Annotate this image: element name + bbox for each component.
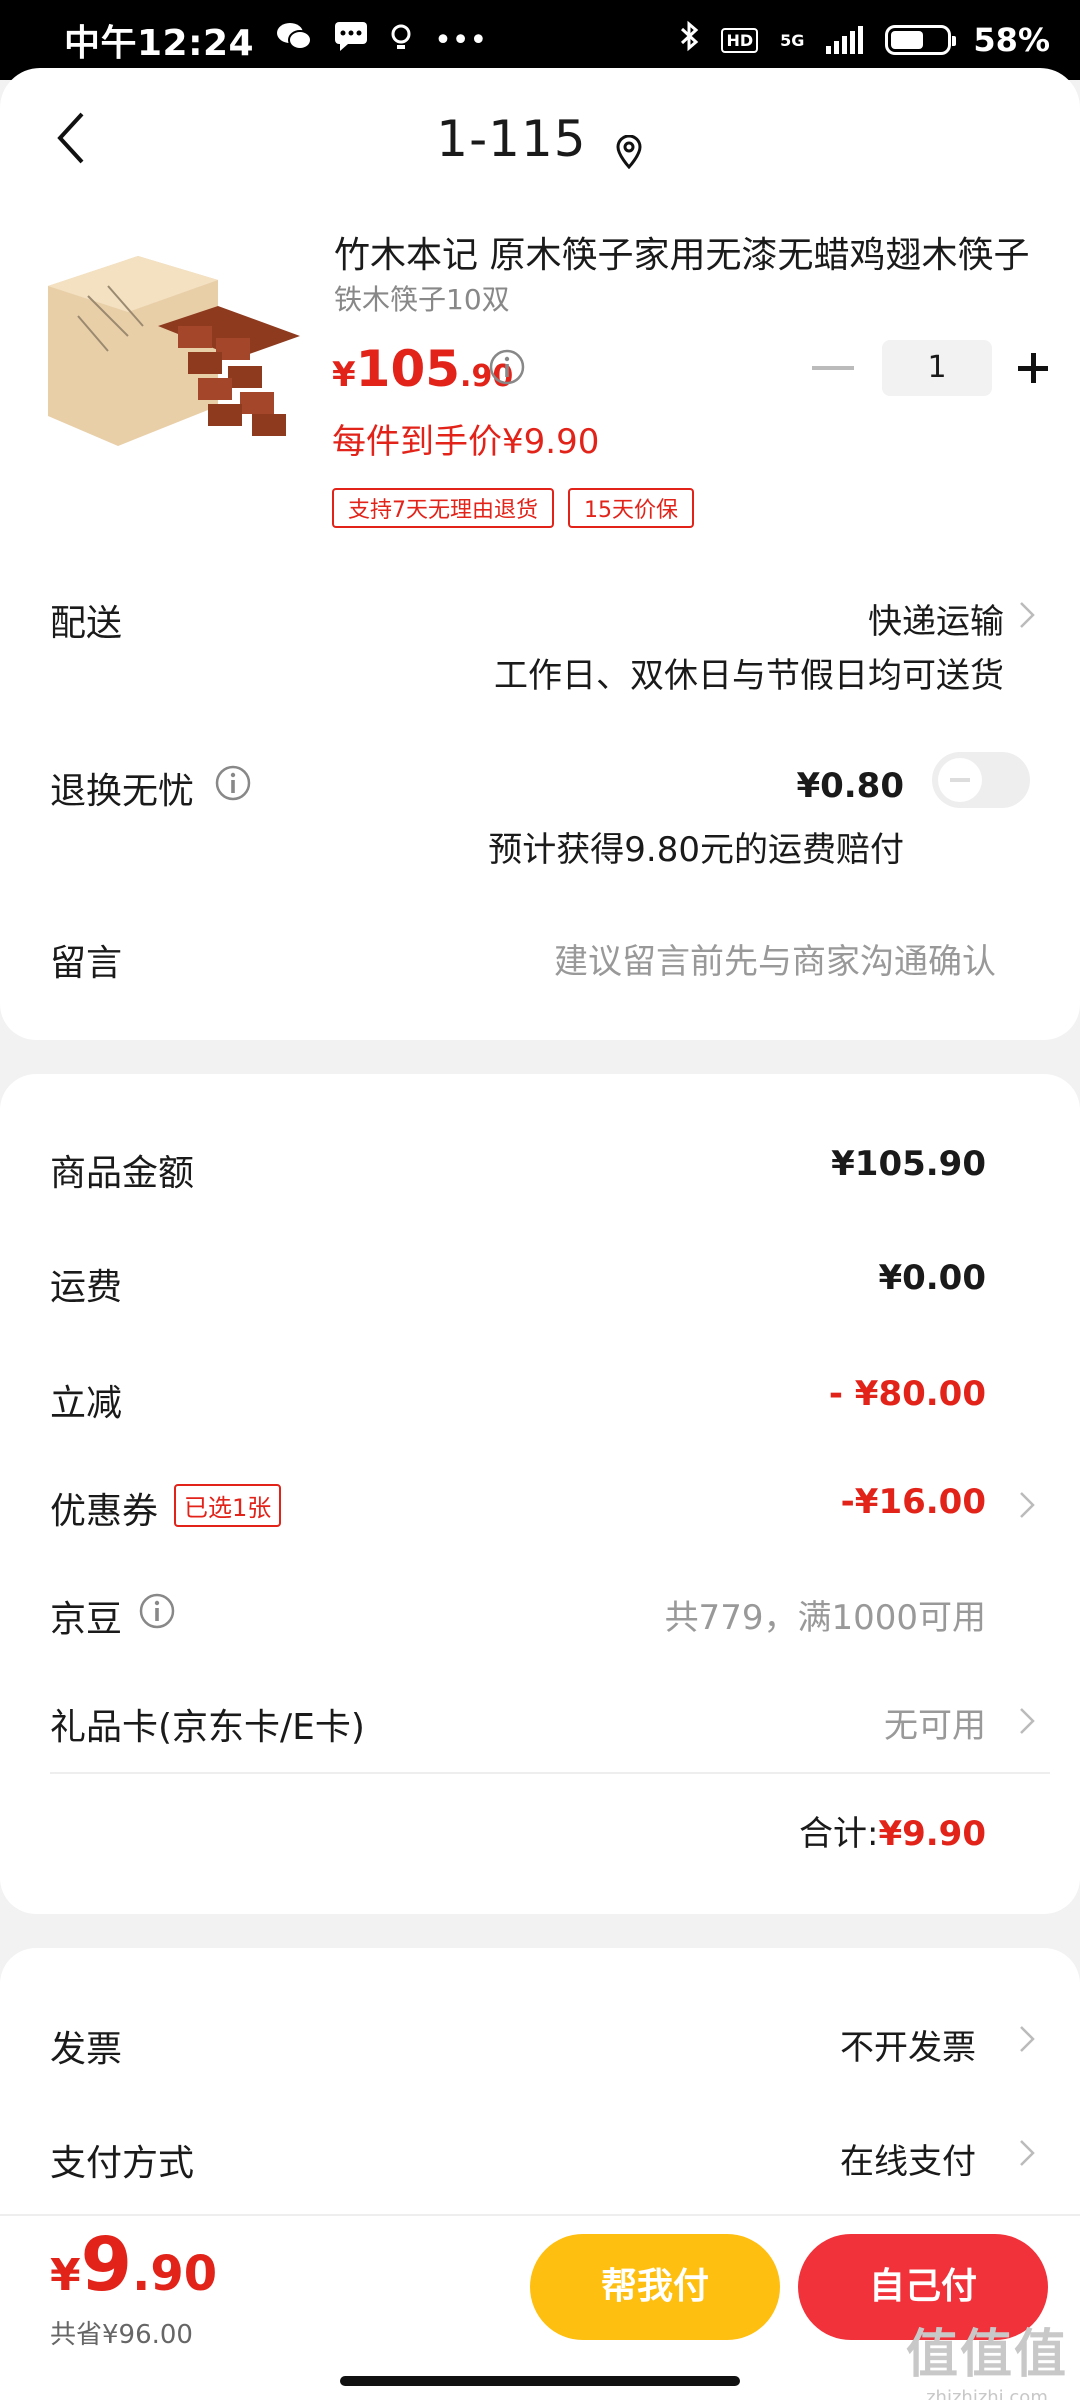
tag-return-policy: 支持7天无理由退货 — [332, 488, 554, 528]
product-spec: 铁木筷子10双 — [334, 283, 510, 316]
tag-price-protection: 15天价保 — [568, 488, 694, 528]
payment-method-label: 支付方式 — [50, 2143, 195, 2184]
more-dots-icon: ••• — [434, 22, 488, 58]
product-price: ¥105.90 — [332, 340, 513, 398]
watermark-url: zhizhizhi.com — [926, 2387, 1048, 2400]
product-name[interactable]: 竹木本记 原木筷子家用无漆无蜡鸡翅木筷子 — [334, 226, 1034, 278]
delivery-chevron-icon[interactable] — [1018, 600, 1036, 630]
total-row: 合计:¥9.90 — [799, 1806, 986, 1855]
price-info-icon[interactable] — [488, 348, 526, 386]
wechat-icon — [276, 21, 313, 59]
assistant-icon — [390, 21, 412, 59]
network-label: 5G — [780, 30, 805, 50]
payment-method-value[interactable]: 在线支付 — [840, 2134, 976, 2183]
total-saved: 共省¥96.00 — [50, 2320, 193, 2350]
order-item-card — [0, 68, 1080, 1040]
gift-card-label: 礼品卡(京东卡/E卡) — [50, 1707, 365, 1748]
quantity-value[interactable]: 1 — [882, 340, 992, 396]
message-input[interactable]: 建议留言前先与商家沟通确认 — [554, 934, 996, 983]
header: 1-115 — [0, 68, 1080, 208]
hd-badge: HD — [721, 27, 759, 53]
invoice-label: 发票 — [50, 2029, 123, 2070]
toggle-knob — [938, 758, 982, 802]
status-time: 中午12:24 — [64, 23, 255, 64]
checkout-price-symbol: ¥ — [50, 2250, 81, 2301]
summary-divider — [50, 1772, 1050, 1774]
gift-card-value[interactable]: 无可用 — [884, 1698, 986, 1747]
goods-amount-label: 商品金额 — [50, 1153, 195, 1194]
message-label: 留言 — [50, 943, 123, 984]
invoice-value[interactable]: 不开发票 — [840, 2020, 976, 2069]
checkout-price-decimal: .90 — [132, 2246, 218, 2302]
address-title: 1-115 — [436, 110, 587, 168]
checkout-price-integer: 9 — [80, 2222, 133, 2308]
return-insurance-note: 预计获得9.80元的运费赔付 — [488, 830, 904, 870]
instant-discount-label: 立减 — [50, 1383, 123, 1424]
total-label: 合计: — [798, 1814, 879, 1854]
location-pin-icon — [616, 134, 642, 169]
instant-discount-value: - ¥80.00 — [828, 1374, 986, 1414]
price-symbol: ¥ — [332, 355, 356, 395]
signal-icon — [826, 26, 864, 54]
quantity-stepper: 1 — [812, 340, 1048, 396]
battery-percent: 58% — [973, 21, 1050, 59]
goods-amount-value: ¥105.90 — [831, 1144, 986, 1184]
payment-chevron-icon[interactable] — [1018, 2138, 1036, 2168]
jingdou-value: 共779，满1000可用 — [664, 1598, 986, 1638]
return-insurance-info-icon[interactable] — [214, 764, 252, 802]
delivery-method[interactable]: 快递运输 — [868, 594, 1004, 643]
shipping-label: 运费 — [50, 1267, 123, 1308]
price-integer: 105 — [355, 340, 461, 398]
return-insurance-price: ¥0.80 — [796, 766, 904, 806]
bluetooth-icon — [679, 20, 699, 60]
coupon-chevron-icon[interactable] — [1018, 1490, 1036, 1520]
return-insurance-toggle[interactable] — [932, 752, 1030, 808]
watermark-logo: 值值值 — [905, 2325, 1068, 2385]
return-insurance-label: 退换无忧 — [50, 771, 195, 812]
jingdou-info-icon[interactable] — [138, 1592, 176, 1630]
checkout-total-price: ¥9.90 — [50, 2222, 217, 2308]
shipping-value: ¥0.00 — [878, 1258, 986, 1298]
coupon-label: 优惠券 — [50, 1491, 159, 1532]
delivery-label: 配送 — [50, 603, 123, 644]
battery-icon — [885, 25, 957, 55]
delivery-note: 工作日、双休日与节假日均可送货 — [494, 656, 1004, 696]
coupon-value[interactable]: -¥16.00 — [841, 1482, 986, 1522]
product-image[interactable] — [48, 256, 300, 446]
per-item-price: 每件到手价¥9.90 — [332, 422, 600, 462]
product-tags: 支持7天无理由退货 15天价保 — [332, 488, 694, 528]
quantity-plus-button[interactable] — [1018, 353, 1048, 383]
help-pay-button[interactable]: 帮我付 — [530, 2234, 780, 2340]
address-title-wrap[interactable]: 1-115 — [0, 110, 1080, 169]
coupon-selected-badge: 已选1张 — [174, 1484, 282, 1527]
jingdou-label: 京豆 — [50, 1599, 123, 1640]
invoice-chevron-icon[interactable] — [1018, 2024, 1036, 2054]
message-icon — [334, 21, 368, 59]
total-value: ¥9.90 — [878, 1814, 986, 1854]
watermark: 值值值 zhizhizhi.com — [906, 2312, 1068, 2400]
quantity-minus-button[interactable] — [812, 366, 854, 370]
gift-card-chevron-icon[interactable] — [1018, 1706, 1036, 1736]
home-indicator[interactable] — [340, 2376, 740, 2386]
